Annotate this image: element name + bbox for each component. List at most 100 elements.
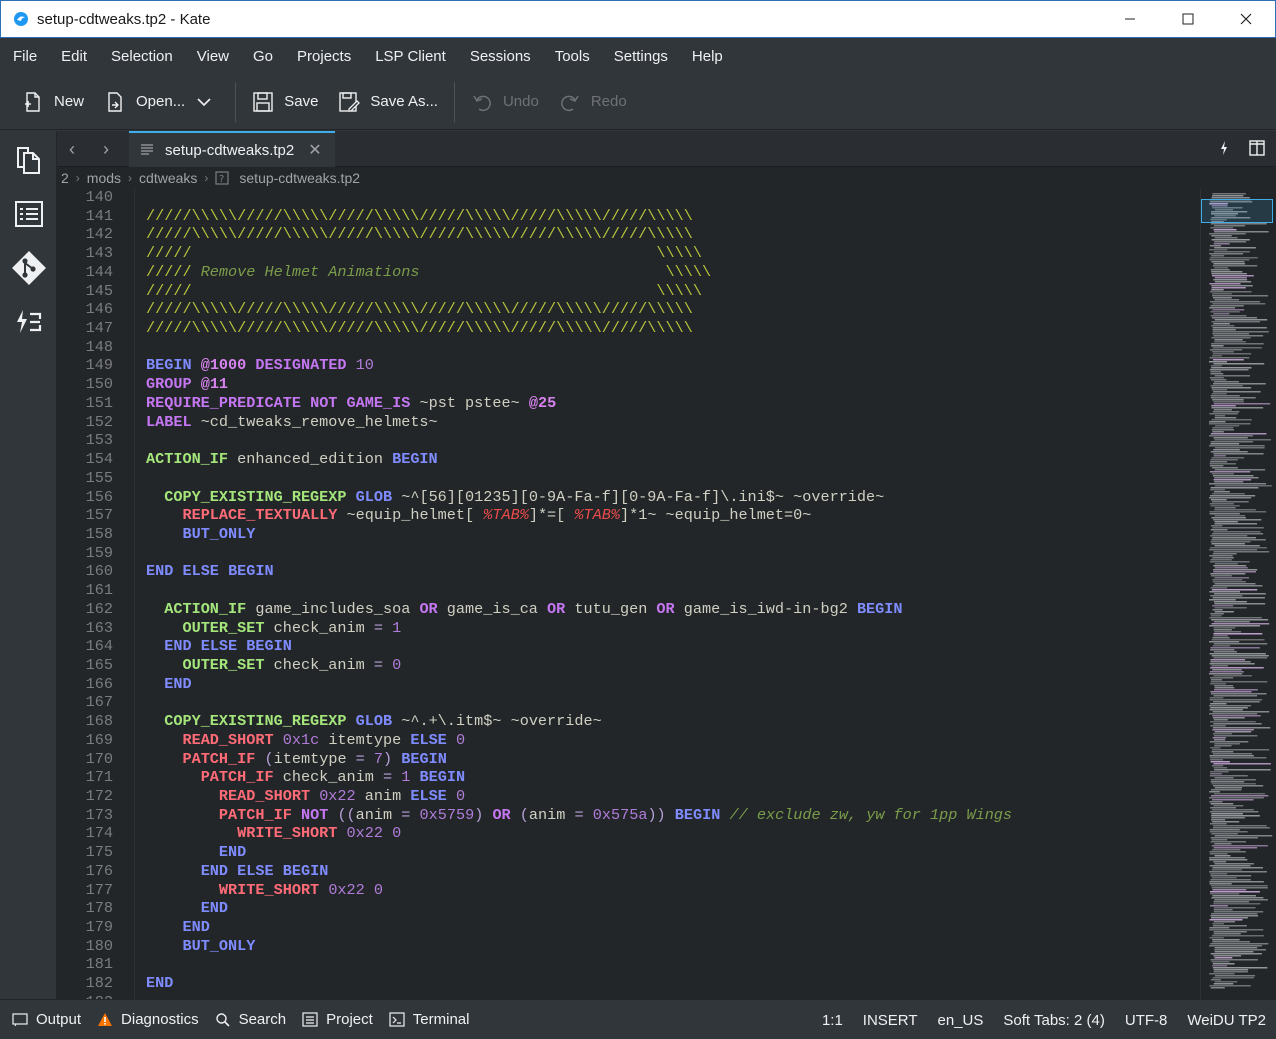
code-line[interactable]: 141 /////\\\\\/////\\\\\/////\\\\\/////\\… [57,207,1200,226]
svg-text:?: ? [219,174,224,185]
encoding-setting[interactable]: UTF-8 [1115,1012,1178,1029]
code-line[interactable]: 173 PATCH_IF NOT ((anim = 0x5759) OR (an… [57,806,1200,825]
code-line[interactable]: 153 [57,431,1200,450]
breadcrumb-mods[interactable]: mods [87,170,121,186]
code-line[interactable]: 176 END ELSE BEGIN [57,862,1200,881]
diagnostics-button[interactable]: Diagnostics [89,1011,207,1028]
symbols-panel-button[interactable] [0,187,57,241]
code-line[interactable]: 167 [57,693,1200,712]
code-line[interactable]: 162 ACTION_IF game_includes_soa OR game_… [57,600,1200,619]
line-text: /////\\\\\/////\\\\\/////\\\\\/////\\\\\… [146,225,693,244]
code-line[interactable]: 181 [57,955,1200,974]
menu-lsp-client[interactable]: LSP Client [366,48,455,65]
undo-button[interactable]: Undo [461,82,549,122]
redo-button[interactable]: Redo [549,82,637,122]
code-line[interactable]: 151 REQUIRE_PREDICATE NOT GAME_IS ~pst ps… [57,394,1200,413]
code-line[interactable]: 169 READ_SHORT 0x1c itemtype ELSE 0 [57,731,1200,750]
code-line[interactable]: 180 BUT_ONLY [57,937,1200,956]
git-panel-button[interactable] [0,241,57,295]
code-line[interactable]: 143 ///// \\\\\ [57,244,1200,263]
code-line[interactable]: 146 /////\\\\\/////\\\\\/////\\\\\/////\\… [57,300,1200,319]
open-dropdown-button[interactable] [195,82,229,122]
syntax-mode[interactable]: WeiDU TP2 [1177,1012,1276,1029]
close-tab-icon[interactable]: ✕ [308,140,321,160]
split-view-icon[interactable] [1248,139,1266,157]
menu-file[interactable]: File [4,48,46,65]
code-line[interactable]: 165 OUTER_SET check_anim = 0 [57,656,1200,675]
code-line[interactable]: 154 ACTION_IF enhanced_edition BEGIN [57,450,1200,469]
code-line[interactable]: 160 END ELSE BEGIN [57,562,1200,581]
save-button[interactable]: Save [242,82,328,122]
code-line[interactable]: 168 COPY_EXISTING_REGEXP GLOB ~^.+\.itm$… [57,712,1200,731]
code-editor[interactable]: 140 141 /////\\\\\/////\\\\\/////\\\\\////… [57,189,1200,999]
code-line[interactable]: 161 [57,581,1200,600]
search-icon [215,1012,230,1027]
menu-view[interactable]: View [188,48,238,65]
title-bar: setup-cdtweaks.tp2 - Kate [0,0,1276,38]
code-line[interactable]: 145 ///// \\\\\ [57,282,1200,301]
code-line[interactable]: 140 [57,189,1200,207]
code-line[interactable]: 159 [57,544,1200,563]
menu-edit[interactable]: Edit [52,48,96,65]
code-line[interactable]: 155 [57,469,1200,488]
code-line[interactable]: 182 END [57,974,1200,993]
forward-arrow-icon[interactable]: › [103,139,109,160]
code-line[interactable]: 171 PATCH_IF check_anim = 1 BEGIN [57,768,1200,787]
minimize-button[interactable] [1101,1,1159,37]
code-line[interactable]: 144 ///// Remove Helmet Animations \\\\\ [57,263,1200,282]
code-line[interactable]: 150 GROUP @11 [57,375,1200,394]
code-line[interactable]: 148 [57,338,1200,357]
search-button[interactable]: Search [207,1011,295,1028]
output-button[interactable]: Output [4,1011,89,1028]
code-line[interactable]: 157 REPLACE_TEXTUALLY ~equip_helmet[ %TA… [57,506,1200,525]
maximize-button[interactable] [1159,1,1217,37]
breadcrumb-file[interactable]: setup-cdtweaks.tp2 [239,170,360,186]
code-line[interactable]: 166 END [57,675,1200,694]
quick-action-icon[interactable] [1216,139,1232,157]
lsp-panel-button[interactable] [0,295,57,349]
code-line[interactable]: 164 END ELSE BEGIN [57,637,1200,656]
open-button[interactable]: Open... [94,82,195,122]
indentation-setting[interactable]: Soft Tabs: 2 (4) [993,1012,1114,1029]
code-line[interactable]: 147 /////\\\\\/////\\\\\/////\\\\\/////\\… [57,319,1200,338]
back-arrow-icon[interactable]: ‹ [69,139,75,160]
code-line[interactable]: 175 END [57,843,1200,862]
tab-setup-cdtweaks[interactable]: setup-cdtweaks.tp2 ✕ [129,131,335,167]
line-text: COPY_EXISTING_REGEXP GLOB ~^.+\.itm$~ ~o… [164,712,602,731]
documents-panel-button[interactable] [0,133,57,187]
unknown-file-icon: ? [215,171,229,185]
breadcrumb-cdtweaks[interactable]: cdtweaks [139,170,197,186]
code-line[interactable]: 178 END [57,899,1200,918]
input-mode[interactable]: INSERT [853,1012,928,1029]
code-line[interactable]: 172 READ_SHORT 0x22 anim ELSE 0 [57,787,1200,806]
menu-selection[interactable]: Selection [102,48,182,65]
code-line[interactable]: 156 COPY_EXISTING_REGEXP GLOB ~^[56][012… [57,488,1200,507]
code-line[interactable]: 177 WRITE_SHORT 0x22 0 [57,881,1200,900]
close-button[interactable] [1217,1,1275,37]
line-number: 160 [85,562,113,581]
new-button[interactable]: New [12,82,94,122]
menu-help[interactable]: Help [683,48,732,65]
cursor-position[interactable]: 1:1 [812,1012,853,1029]
code-line[interactable]: 149 BEGIN @1000 DESIGNATED 10 [57,356,1200,375]
save-as-button[interactable]: Save As... [328,82,448,122]
breadcrumb-root[interactable]: 2 [61,170,69,186]
minimap-viewport[interactable] [1201,199,1273,223]
code-line[interactable]: 174 WRITE_SHORT 0x22 0 [57,824,1200,843]
code-line[interactable]: 158 BUT_ONLY [57,525,1200,544]
terminal-button[interactable]: Terminal [381,1011,478,1028]
menu-projects[interactable]: Projects [288,48,360,65]
code-line[interactable]: 152 LABEL ~cd_tweaks_remove_helmets~ [57,413,1200,432]
menu-sessions[interactable]: Sessions [461,48,540,65]
menu-go[interactable]: Go [244,48,282,65]
menu-settings[interactable]: Settings [605,48,677,65]
project-button[interactable]: Project [294,1011,381,1028]
spell-language[interactable]: en_US [928,1012,994,1029]
code-line[interactable]: 170 PATCH_IF (itemtype = 7) BEGIN [57,750,1200,769]
code-line[interactable]: 142 /////\\\\\/////\\\\\/////\\\\\/////\\… [57,225,1200,244]
code-line[interactable]: 163 OUTER_SET check_anim = 1 [57,619,1200,638]
menu-tools[interactable]: Tools [546,48,599,65]
code-line[interactable]: 179 END [57,918,1200,937]
line-text: REQUIRE_PREDICATE NOT GAME_IS ~pst pstee… [146,393,557,412]
minimap[interactable] [1200,189,1276,999]
